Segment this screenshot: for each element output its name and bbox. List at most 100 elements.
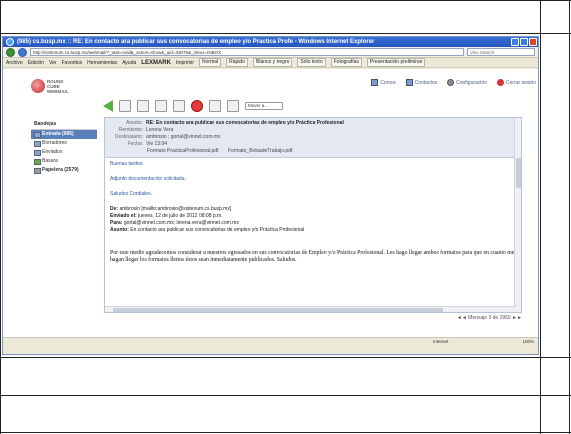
message-view: Asunto: RE: En contacto ara publicar sus … bbox=[104, 117, 522, 313]
back-button[interactable] bbox=[6, 47, 15, 57]
reply-all-icon[interactable] bbox=[155, 100, 167, 112]
menu-edicion[interactable]: Edición bbox=[28, 60, 44, 66]
from-row: Remitente: Lorena Vera bbox=[109, 127, 517, 134]
message-toolbar: Mover a... bbox=[103, 100, 283, 112]
message-body: Buenas tardes: Adjunto documentación sol… bbox=[105, 158, 521, 267]
quote-label: Asunto: bbox=[110, 227, 129, 233]
forward-icon[interactable] bbox=[173, 100, 185, 112]
quote-asunto-row: Asunto: En contacto ara publicar sus con… bbox=[110, 227, 516, 234]
minimize-icon[interactable] bbox=[511, 38, 519, 46]
mail-icon bbox=[371, 79, 379, 86]
print-button[interactable]: Imprimir bbox=[176, 60, 194, 66]
table-line bbox=[0, 0, 1, 434]
print-photo-button[interactable]: Fotografías bbox=[330, 58, 362, 67]
link-label: Correo bbox=[380, 79, 396, 86]
folder-borradores[interactable]: Borradores bbox=[31, 139, 97, 148]
folder-basura[interactable]: Basura bbox=[31, 157, 97, 166]
quote-value: gortal@vinnet.com.mx; lorena.vera@vinnet… bbox=[123, 220, 239, 226]
folder-sidebar: Bandejas Entrada (985) Borradores Enviad… bbox=[31, 119, 97, 175]
to-value[interactable]: ambrosio ; gortal@vinnet.com.mx bbox=[146, 134, 221, 140]
folders-title: Bandejas bbox=[31, 119, 97, 130]
menu-favoritos[interactable]: Favoritos bbox=[62, 60, 83, 66]
date-row: Fecha: Vie 13:04 bbox=[109, 141, 517, 148]
menu-ver[interactable]: Ver bbox=[49, 60, 57, 66]
roundcube-logo: ROUND CUBE WEBMAIL bbox=[31, 77, 69, 95]
link-contactos[interactable]: Contactos bbox=[405, 79, 438, 86]
greeting: Buenas tardes: bbox=[110, 161, 144, 167]
close-icon[interactable] bbox=[529, 38, 537, 46]
to-label: Destinatario: bbox=[114, 134, 143, 140]
quote-para-row: Para: gortal@vinnet.com.mx; lorena.vera@… bbox=[110, 220, 516, 227]
table-line bbox=[0, 33, 571, 34]
message-headers: Asunto: RE: En contacto ara publicar sus … bbox=[105, 118, 521, 158]
folder-papelera[interactable]: Papelera (2579) bbox=[31, 166, 97, 175]
link-label: Cerrar sesión bbox=[505, 79, 536, 86]
document-page: (985) cs.busp.mx :: RE: En contacto ara … bbox=[0, 0, 571, 434]
scroll-thumb[interactable] bbox=[113, 308, 443, 312]
source-icon[interactable] bbox=[227, 100, 239, 112]
quote-de-row: De: ambrosio [mailto:ambrosio@sistenum.c… bbox=[110, 206, 516, 213]
from-value[interactable]: Lorena Vera bbox=[146, 127, 173, 133]
print-bw-button[interactable]: Blanco y negro bbox=[253, 58, 293, 67]
attachment-link[interactable]: Formato_BolsadeTrabajo.pdf bbox=[228, 148, 293, 154]
quote-enviado-row: Enviado el: jueves, 12 de julio de 2012 … bbox=[110, 213, 516, 220]
zoom-level[interactable]: 100% bbox=[522, 338, 534, 346]
forward-button[interactable] bbox=[18, 47, 27, 57]
print-fast-button[interactable]: Rápido bbox=[226, 58, 248, 67]
link-cerrar-sesion[interactable]: Cerrar sesión bbox=[496, 79, 536, 86]
quote-label: De: bbox=[110, 206, 119, 212]
quote-value: jueves, 12 de julio de 2012 08:08 p.m. bbox=[138, 213, 223, 219]
message-pager[interactable]: ◄◄ Mensaje 3 de 2950 ►► bbox=[457, 315, 522, 321]
print-preview-button[interactable]: Presentación preliminar bbox=[366, 58, 426, 67]
url-input[interactable]: http://sistemum.cs.busp.mx/webmail/?_tas… bbox=[30, 48, 464, 56]
menu-bar: Archivo Edición Ver Favoritos Herramient… bbox=[3, 58, 538, 68]
brand-line: WEBMAIL bbox=[47, 89, 69, 94]
horizontal-scrollbar[interactable] bbox=[105, 306, 516, 312]
attachment-link[interactable]: Formato PracticaProfesional.pdf bbox=[147, 148, 218, 154]
logout-icon bbox=[496, 79, 504, 86]
gear-icon bbox=[447, 79, 455, 86]
menu-herramientas[interactable]: Herramientas bbox=[87, 60, 117, 66]
table-line bbox=[0, 0, 571, 1]
scroll-thumb[interactable] bbox=[516, 158, 521, 188]
link-label: Configuración bbox=[456, 79, 487, 86]
menu-archivo[interactable]: Archivo bbox=[6, 60, 23, 66]
print-icon[interactable] bbox=[209, 100, 221, 112]
body-line: Adjunto documentación solicitada. bbox=[110, 176, 186, 182]
print-normal-button[interactable]: Normal bbox=[199, 58, 222, 67]
reply-icon[interactable] bbox=[137, 100, 149, 112]
back-arrow-icon[interactable] bbox=[103, 100, 113, 112]
folder-enviados[interactable]: Enviados bbox=[31, 148, 97, 157]
maximize-icon[interactable] bbox=[520, 38, 528, 46]
lexmark-logo: LEXMARK bbox=[141, 59, 171, 66]
window-controls bbox=[511, 38, 537, 46]
quote-label: Enviado el: bbox=[110, 213, 137, 219]
print-text-button[interactable]: Sólo texto bbox=[297, 58, 326, 67]
window-title: (985) cs.busp.mx :: RE: En contacto ara … bbox=[17, 39, 375, 45]
quoted-body: Por este medio agradecemos considerar a … bbox=[110, 250, 515, 263]
from-label: Remitente: bbox=[118, 127, 143, 133]
browser-window: (985) cs.busp.mx :: RE: En contacto ara … bbox=[2, 36, 539, 355]
brand-text: ROUND CUBE WEBMAIL bbox=[47, 79, 69, 94]
signoff: Saludos Cordiales. bbox=[110, 191, 152, 197]
link-configuracion[interactable]: Configuración bbox=[447, 79, 487, 86]
contacts-icon bbox=[405, 79, 413, 86]
attachments-row: Formato PracticaProfesional.pdf Formato_… bbox=[109, 148, 517, 155]
compose-icon[interactable] bbox=[119, 100, 131, 112]
to-row: Destinatario: ambrosio ; gortal@vinnet.co… bbox=[109, 134, 517, 141]
security-zone: Internet bbox=[433, 339, 449, 344]
delete-icon[interactable] bbox=[191, 100, 203, 112]
move-to-select[interactable]: Mover a... bbox=[245, 102, 283, 110]
roundcube-logo-icon bbox=[31, 79, 45, 93]
vertical-scrollbar[interactable] bbox=[514, 118, 521, 312]
search-input[interactable]: Vivo Search bbox=[467, 48, 535, 56]
link-label: Contactos bbox=[414, 79, 438, 86]
folder-entrada[interactable]: Entrada (985) bbox=[31, 130, 97, 139]
top-links: Correo Contactos Configuración Cerrar se… bbox=[371, 79, 536, 86]
link-correo[interactable]: Correo bbox=[371, 79, 396, 86]
date-label: Fecha: bbox=[127, 141, 143, 147]
webmail-app: ROUND CUBE WEBMAIL Correo Contactos Conf… bbox=[3, 69, 538, 346]
menu-ayuda[interactable]: Ayuda bbox=[122, 60, 136, 66]
quote-value: En contacto ara publicar sus convocatori… bbox=[130, 227, 305, 233]
table-line bbox=[569, 0, 570, 434]
